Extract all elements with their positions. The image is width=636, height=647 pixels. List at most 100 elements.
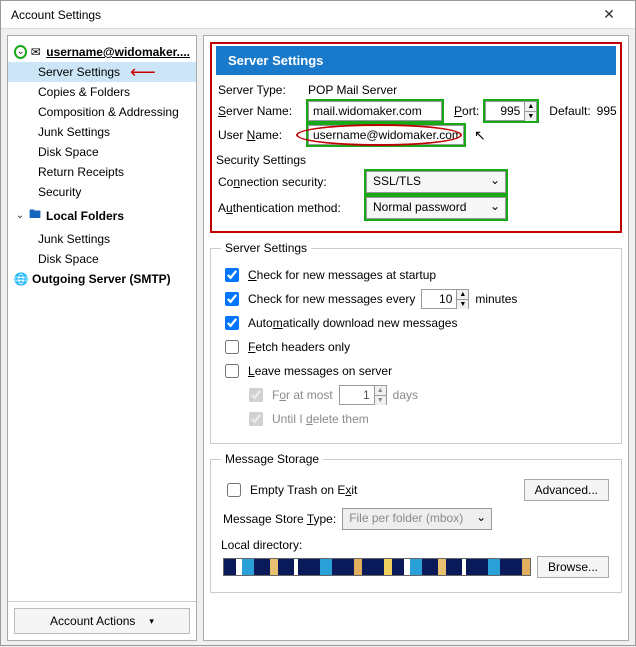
sidebar-item-security[interactable]: Security [8,182,196,202]
until-delete-label: Until I delete them [272,412,369,426]
check-startup-checkbox[interactable] [225,268,239,282]
check-startup-row[interactable]: Check for new messages at startup [221,265,611,285]
server-name-label: Server Name: [218,104,302,118]
for-at-most-label: For at most [272,388,333,402]
auth-method-label: Authentication method: [218,201,360,215]
browse-button[interactable]: Browse... [537,556,609,578]
check-startup-label: Check for new messages at startup [248,268,436,282]
until-delete-row: Until I delete them [245,409,611,429]
sidebar-item-local-junk[interactable]: Junk Settings [8,229,196,249]
sidebar-item-composition[interactable]: Composition & Addressing [8,102,196,122]
leave-on-server-row[interactable]: Leave messages on server [221,361,611,381]
settings-panel: Server Settings Server Type: POP Mail Se… [203,35,629,641]
until-delete-checkbox [249,412,263,426]
sidebar-item-label: Disk Space [38,145,99,159]
server-settings-fieldset: Server Settings Check for new messages a… [210,241,622,444]
minutes-label: minutes [475,292,517,306]
port-spinner[interactable]: ▲▼ [485,101,537,121]
sidebar-item-label: Junk Settings [38,232,110,246]
server-type-value: POP Mail Server [308,83,397,97]
user-name-input[interactable] [308,125,464,145]
store-type-label: Message Store Type: [223,512,336,526]
sidebar-item-label: Copies & Folders [38,85,130,99]
local-dir-input[interactable] [223,558,531,576]
sidebar-item-copies-folders[interactable]: Copies & Folders [8,82,196,102]
cursor-icon: ↖ [474,127,486,144]
arrow-down-icon[interactable]: ▼ [457,300,468,309]
spinner-arrows[interactable]: ▲▼ [457,289,469,309]
arrow-up-icon[interactable]: ▲ [525,102,536,112]
leave-on-server-checkbox[interactable] [225,364,239,378]
connection-security-value: SSL/TLS [366,171,506,193]
default-value: 995 [597,104,617,118]
close-button[interactable]: ✕ [589,3,629,27]
account-node[interactable]: ⌄ ✉ username@widomaker.... [8,42,196,62]
sidebar-item-label: Disk Space [38,252,99,266]
connection-security-select[interactable]: SSL/TLS [366,171,506,193]
account-label: username@widomaker.... [46,45,190,59]
advanced-button[interactable]: Advanced... [524,479,609,501]
security-subtitle: Security Settings [216,153,616,167]
account-actions-button[interactable]: Account Actions ▾ [14,608,190,634]
globe-icon: 🌐 [14,272,28,286]
accounts-tree: ⌄ ✉ username@widomaker.... Server Settin… [8,36,196,295]
sidebar-item-return-receipts[interactable]: Return Receipts [8,162,196,182]
for-at-most-checkbox [249,388,263,402]
auto-download-checkbox[interactable] [225,316,239,330]
store-type-row: Message Store Type: File per folder (mbo… [223,508,609,530]
window-title: Account Settings [11,8,101,22]
server-settings-legend: Server Settings [221,241,311,255]
server-type-label: Server Type: [218,83,302,97]
sidebar-item-label: Server Settings [38,65,120,79]
arrow-down-icon[interactable]: ▼ [525,112,536,121]
fetch-headers-row[interactable]: Fetch headers only [221,337,611,357]
for-at-most-input [339,385,375,405]
store-type-select: File per folder (mbox) [342,508,492,530]
panel-header: Server Settings [216,46,616,75]
check-every-row[interactable]: Check for new messages every ▲▼ minutes [221,289,611,309]
port-input[interactable] [485,101,525,121]
sidebar-item-disk-space[interactable]: Disk Space [8,142,196,162]
local-dir-row: Browse... [223,556,609,578]
auth-method-row: Authentication method: Normal password [218,197,614,219]
local-folders-node[interactable]: ⌄ 🖿 Local Folders [8,202,196,229]
spinner-arrows: ▲▼ [375,385,387,405]
chevron-down-icon[interactable]: ⌄ [14,45,27,59]
account-actions-bar: Account Actions ▾ [8,601,196,640]
fetch-headers-label: Fetch headers only [248,340,350,354]
check-every-checkbox[interactable] [225,292,239,306]
server-type-row: Server Type: POP Mail Server [218,83,614,97]
close-icon: ✕ [603,6,615,23]
message-storage-fieldset: Message Storage Empty Trash on Exit Adva… [210,452,622,593]
connection-security-label: Connection security: [218,175,360,189]
local-dir-label: Local directory: [221,538,611,552]
empty-trash-label: Empty Trash on Exit [250,483,357,497]
for-at-most-row: For at most ▲▼ days [245,385,611,405]
local-folders-label: Local Folders [46,209,124,223]
empty-trash-check[interactable]: Empty Trash on Exit [223,480,357,500]
empty-trash-row: Empty Trash on Exit Advanced... [223,476,609,504]
outgoing-server-node[interactable]: 🌐 Outgoing Server (SMTP) [8,269,196,289]
spinner-arrows[interactable]: ▲▼ [525,101,537,121]
check-every-label: Check for new messages every [248,292,415,306]
auto-download-row[interactable]: Automatically download new messages [221,313,611,333]
server-name-input[interactable] [308,101,442,121]
auto-download-label: Automatically download new messages [248,316,457,330]
sidebar-item-local-disk[interactable]: Disk Space [8,249,196,269]
check-every-input[interactable] [421,289,457,309]
accounts-sidebar: ⌄ ✉ username@widomaker.... Server Settin… [7,35,197,641]
empty-trash-checkbox[interactable] [227,483,241,497]
port-label: Port: [454,104,479,118]
chevron-down-icon[interactable]: ⌄ [14,210,26,222]
fetch-headers-checkbox[interactable] [225,340,239,354]
outgoing-label: Outgoing Server (SMTP) [32,272,171,286]
titlebar: Account Settings ✕ [1,1,635,29]
sidebar-item-server-settings[interactable]: Server Settings [8,62,196,82]
sidebar-item-label: Composition & Addressing [38,105,179,119]
arrow-up-icon: ▲ [375,386,386,396]
for-at-most-spinner: ▲▼ [339,385,387,405]
check-every-spinner[interactable]: ▲▼ [421,289,469,309]
sidebar-item-junk[interactable]: Junk Settings [8,122,196,142]
auth-method-select[interactable]: Normal password [366,197,506,219]
arrow-up-icon[interactable]: ▲ [457,290,468,300]
